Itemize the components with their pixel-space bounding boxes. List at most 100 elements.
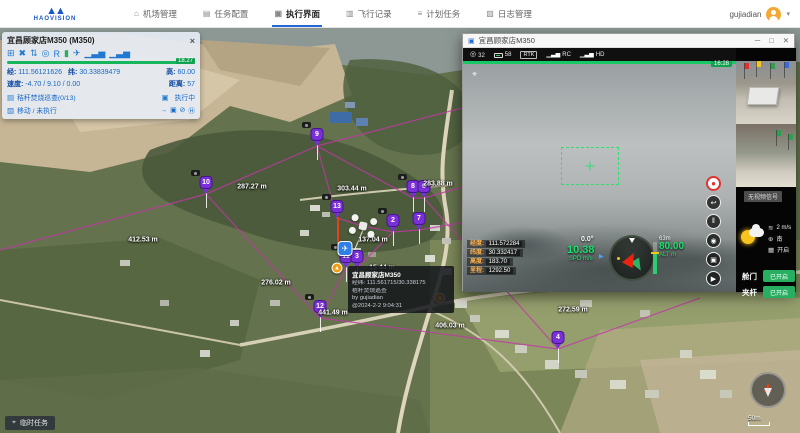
nav-label: 任务配置 xyxy=(214,8,248,20)
waypoint-marker-13[interactable]: 13 xyxy=(330,200,344,220)
waypoint-number: 10 xyxy=(200,176,213,189)
close-button[interactable]: ✕ xyxy=(783,36,789,45)
hatch-open-button[interactable]: 已开启 xyxy=(763,270,795,282)
flight-time-badge: 16:28 xyxy=(711,61,732,67)
clamp-open-button[interactable]: 已开启 xyxy=(763,286,795,298)
camera-feed[interactable]: ⌖ 经度: 111.572284 纬度: 30.332417 高度: 183.7… xyxy=(463,64,736,292)
speed-readout: 10.38 SPD m/s xyxy=(567,245,595,262)
distance-label: 283.88 m xyxy=(423,181,453,188)
camera-controls: ● ↩ ‖ ◉ ▣ ▶ xyxy=(706,176,721,286)
waypoint-marker-7[interactable]: 7 xyxy=(412,212,426,232)
lat-label: 纬: xyxy=(68,69,77,76)
pause-button[interactable]: ‖ xyxy=(706,214,721,229)
hd-signal-icon: ▁▃▅ xyxy=(580,51,594,58)
status-icon: ▣ xyxy=(162,93,169,102)
rotor-icon xyxy=(369,217,377,225)
minimize-button[interactable]: ─ xyxy=(755,36,760,45)
map-compass[interactable] xyxy=(750,372,786,408)
gimbal-reset-icon[interactable]: ⌖ xyxy=(472,69,477,80)
close-icon[interactable]: × xyxy=(190,36,195,46)
nav-flight-records[interactable]: ▥ 飞行记录 xyxy=(346,0,392,27)
mission-name[interactable]: 秸秆焚烧巡查(0/13) xyxy=(17,92,76,102)
tracking-box[interactable] xyxy=(561,147,619,185)
user-menu[interactable]: gujiadian ▾ xyxy=(729,0,790,28)
temp-task-button[interactable]: ⌖ 临时任务 xyxy=(5,416,55,430)
weather-info: ≋2 m/s ⊕南 ▦开启 xyxy=(768,224,791,254)
temp-task-label: 临时任务 xyxy=(20,418,48,428)
drift-arrow-icon: ▶ xyxy=(599,253,604,260)
aircraft-body xyxy=(358,221,367,230)
chart-icon: ▥ xyxy=(346,9,354,18)
rotor-icon xyxy=(367,230,375,238)
direction-icon: ⊕ xyxy=(768,235,773,243)
drone-icon[interactable]: ✖ xyxy=(19,48,27,59)
rtk-badge: RTK xyxy=(520,51,537,59)
nav-task-config[interactable]: ▤ 任务配置 xyxy=(203,0,249,27)
camera-action-icon xyxy=(398,174,407,180)
record-button[interactable]: ● xyxy=(706,176,721,191)
side-panel: 无视频信号 ≋2 m/s ⊕南 ▦开启 舱门 已开启 夹杆 已开启 xyxy=(736,48,796,292)
maximize-button[interactable]: □ xyxy=(769,36,774,45)
app-logo[interactable]: ▲▲ HAOVISION xyxy=(0,6,110,22)
distance-label: 441.49 m xyxy=(318,310,348,317)
ground-camera-thumbnail[interactable] xyxy=(736,124,796,187)
nav-execution-view[interactable]: ▣ 执行界面 xyxy=(274,0,320,27)
waypoint-number: 13 xyxy=(331,200,344,213)
camera-action-icon xyxy=(322,194,331,200)
lon-label: 经: xyxy=(7,69,16,76)
photo-button[interactable]: ◉ xyxy=(706,233,721,248)
popup-title: 宜昌顾家店M350 xyxy=(352,269,450,279)
frame-icon[interactable]: ▣ xyxy=(170,106,176,114)
rtk-icon[interactable]: R xyxy=(54,49,61,59)
return-button[interactable]: ↩ xyxy=(706,195,721,210)
main-nav: ⌂ 机场管理 ▤ 任务配置 ▣ 执行界面 ▥ 飞行记录 ≡ 计划任务 ▧ 日志管… xyxy=(134,0,532,27)
home-point-dot xyxy=(617,257,620,260)
camera-action-icon xyxy=(302,122,311,128)
updown-icon[interactable]: ⇅ xyxy=(30,48,38,59)
nav-airport-management[interactable]: ⌂ 机场管理 xyxy=(134,0,177,27)
waypoint-marker-4[interactable]: 4 xyxy=(551,331,565,351)
dock-camera-thumbnail[interactable] xyxy=(736,61,796,124)
waypoint-marker-9[interactable]: 9 xyxy=(310,128,324,148)
screenshot-button[interactable]: ▣ xyxy=(706,252,721,267)
status-icon: ▦ xyxy=(768,246,774,254)
dock-marker[interactable]: ✈ xyxy=(338,241,353,256)
distance-label: 303.44 m xyxy=(337,186,367,193)
video-window-title: 宜昌顾家店M350 xyxy=(479,35,535,46)
satellite-count: 32 xyxy=(478,53,485,59)
video-window-titlebar[interactable]: ▣ 宜昌顾家店M350 ─ □ ✕ xyxy=(463,34,794,48)
mode-text: 移动 / 未执行 xyxy=(17,105,57,115)
waypoint-number: 2 xyxy=(387,214,400,227)
popup-author: by gujiadian xyxy=(352,295,450,303)
marker-tail xyxy=(555,344,561,352)
nav-log-management[interactable]: ▧ 日志管理 xyxy=(486,0,532,27)
video-button[interactable]: ▶ xyxy=(706,271,721,286)
attach-icon[interactable]: ⊘ xyxy=(180,106,186,114)
rotor-icon xyxy=(351,214,359,222)
list-icon: ≡ xyxy=(418,9,423,18)
satellite-icon[interactable]: ◎ xyxy=(42,48,50,59)
hover-icon[interactable]: Ⓗ xyxy=(188,105,195,115)
distance-label: 距离: xyxy=(169,81,185,88)
grid-icon[interactable]: ⊞ xyxy=(7,48,15,59)
altitude-gauge xyxy=(653,242,657,274)
waypoint-marker-10[interactable]: 10 xyxy=(199,176,213,196)
battery-percent: 58 xyxy=(505,52,512,58)
map-scale: 50m xyxy=(748,415,770,426)
waypoint-marker-2[interactable]: 2 xyxy=(386,214,400,234)
aircraft-marker[interactable] xyxy=(348,214,378,239)
distance-label: 406.03 m xyxy=(435,323,465,330)
altitude-readout: 63m 80.00 ALT m xyxy=(659,236,684,258)
plane-icon[interactable]: ✈ xyxy=(73,48,81,59)
username: gujiadian xyxy=(729,10,761,19)
alt-value: 60.00 xyxy=(177,69,195,76)
alert-marker[interactable]: ▲ xyxy=(332,263,343,274)
chevron-down-icon: ▾ xyxy=(786,10,790,18)
marker-tail xyxy=(416,225,422,233)
alt-label: 高: xyxy=(166,69,175,76)
marker-tail xyxy=(314,141,320,149)
nav-scheduled-tasks[interactable]: ≡ 计划任务 xyxy=(418,0,461,27)
lon-value: 111.56121626 xyxy=(18,69,62,76)
send-icon[interactable]: → xyxy=(160,107,167,114)
feed-telemetry: 经度: 111.572284 纬度: 30.332417 高度: 183.70 … xyxy=(467,240,525,275)
